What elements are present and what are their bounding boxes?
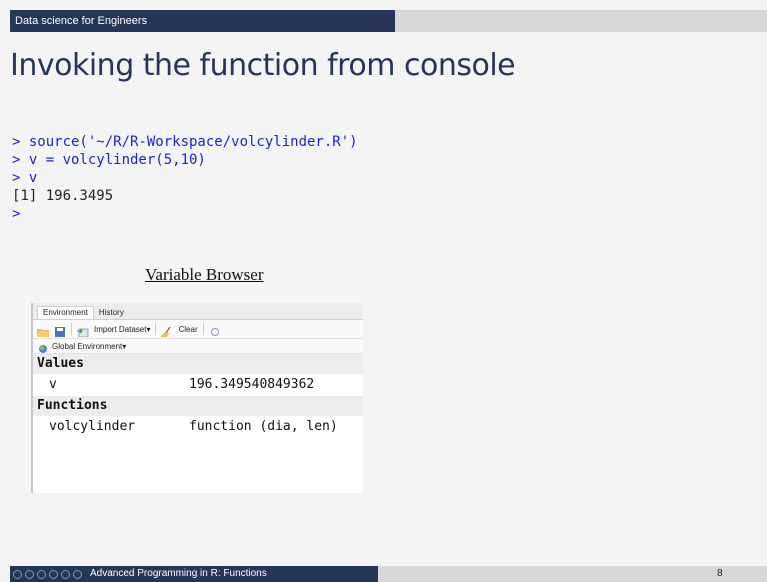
tab-history[interactable]: History: [94, 307, 129, 319]
course-title: Data science for Engineers: [15, 15, 148, 27]
values-section-header: Values: [33, 354, 363, 374]
footer-bar: Advanced Programming in R: Functions: [10, 566, 378, 582]
console-line: > source('~/R/R-Workspace/volcylinder.R'…: [12, 134, 358, 150]
open-folder-icon[interactable]: [37, 324, 49, 337]
clear-button[interactable]: Clear: [178, 325, 197, 334]
refresh-icon[interactable]: [209, 324, 221, 336]
header-bar-extension: [395, 10, 767, 32]
slide-navigation: [13, 569, 82, 579]
console-line: > v: [12, 170, 38, 186]
functions-section-header: Functions: [33, 396, 363, 416]
forward-icon[interactable]: [49, 569, 58, 579]
previous-slide-icon[interactable]: [25, 569, 34, 579]
function-signature: function (dia, len): [189, 419, 338, 434]
lecture-title: Advanced Programming in R: Functions: [90, 568, 267, 579]
console-output: > source('~/R/R-Workspace/volcylinder.R'…: [12, 133, 358, 223]
search-icon[interactable]: [61, 569, 70, 579]
slide-title: Invoking the function from console: [10, 48, 516, 83]
console-line: > v = volcylinder(5,10): [12, 152, 206, 168]
toolbar-divider: [202, 323, 204, 335]
console-line: [1] 196.3495: [12, 188, 114, 204]
function-row[interactable]: volcylinder function (dia, len): [33, 416, 363, 438]
import-dataset-button[interactable]: Import Dataset▾: [94, 325, 150, 334]
console-line: >: [12, 206, 21, 222]
environment-label: Global Environment▾: [52, 341, 127, 351]
broom-icon: [161, 324, 173, 337]
toolbar-divider: [155, 323, 157, 335]
panel-tabs: Environment History: [33, 303, 363, 320]
environment-panel: Environment History Import Dataset▾ Clea…: [31, 303, 363, 493]
r-environment-icon: [37, 341, 49, 353]
footer-bar-extension: [378, 566, 767, 582]
panel-toolbar: Import Dataset▾ Clear: [33, 320, 363, 339]
function-name: volcylinder: [49, 419, 136, 434]
toolbar-divider: [71, 323, 72, 335]
tab-environment[interactable]: Environment: [37, 306, 94, 319]
header-bar: Data science for Engineers: [10, 10, 395, 32]
first-slide-icon[interactable]: [13, 569, 22, 579]
page-number: 8: [717, 568, 723, 579]
zoom-icon[interactable]: [73, 569, 82, 579]
save-icon[interactable]: [54, 324, 66, 337]
environment-selector[interactable]: Global Environment▾: [33, 339, 363, 354]
variable-value: 196.349540849362: [189, 377, 315, 392]
variable-browser-caption: Variable Browser: [145, 265, 264, 284]
variable-name: v: [49, 377, 57, 392]
variable-row[interactable]: v 196.349540849362: [33, 374, 363, 396]
back-icon[interactable]: [37, 569, 46, 579]
import-dataset-icon: [77, 324, 89, 338]
